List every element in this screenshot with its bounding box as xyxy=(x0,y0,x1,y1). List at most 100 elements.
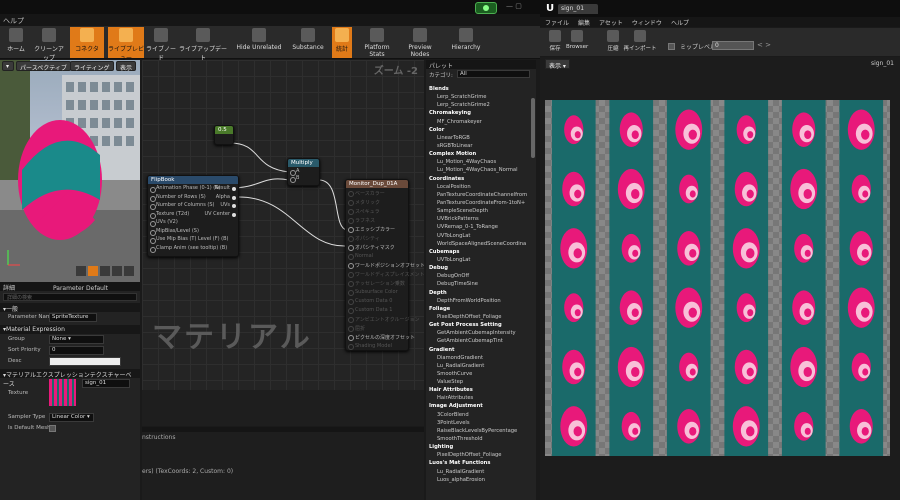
section-texture-base[interactable]: ▾マテリアルエクスプレッションテクスチャーベース xyxy=(0,369,140,388)
palette-item[interactable]: RaiseBlackLevelsByPercentage xyxy=(426,428,536,436)
material-input-pin[interactable]: オパシティマスク xyxy=(346,242,408,251)
toolbar-button-2[interactable]: コネクタ xyxy=(70,27,104,58)
node-material-result[interactable]: Monitor_Dup_01A ベースカラー メタリック スペキュラ ラフネス エミッシ… xyxy=(345,179,424,351)
palette-category[interactable]: Coordinates xyxy=(426,176,536,184)
perspective-button[interactable]: パースペクティブ xyxy=(16,61,71,72)
palette-item[interactable]: DebugOnOff xyxy=(426,273,536,281)
material-input-pin[interactable]: Normal xyxy=(346,251,408,260)
palette-category-dropdown[interactable]: All xyxy=(457,70,530,78)
palette-item[interactable]: 3ColorBlend xyxy=(426,412,536,420)
material-input-pin[interactable]: ワールドディスプレイスメント xyxy=(346,269,424,278)
texture-tool-button[interactable]: 再インポート xyxy=(622,29,658,55)
plane-shape-icon[interactable] xyxy=(100,266,110,276)
cylinder-shape-icon[interactable] xyxy=(76,266,86,276)
palette-scrollbar[interactable] xyxy=(531,98,535,158)
palette-category[interactable]: Chromakeying xyxy=(426,110,536,118)
group-dropdown[interactable]: None ▾ xyxy=(49,335,104,344)
palette-item[interactable]: UVToLongLat xyxy=(426,257,536,265)
window-controls[interactable]: — ▢ xyxy=(506,2,522,10)
palette-category[interactable]: Get Post Process Setting xyxy=(426,322,536,330)
material-input-pin[interactable]: オパシティ xyxy=(346,233,408,242)
toolbar-button-11[interactable]: Hierarchy xyxy=(446,27,486,58)
lighting-button[interactable]: ライティング xyxy=(70,61,114,72)
toolbar-button-0[interactable]: ホーム xyxy=(4,27,28,58)
material-input-pin[interactable]: ピクセルの深度オフセット xyxy=(346,332,415,341)
texture-show-button[interactable]: 表示 ▾ xyxy=(545,59,570,70)
param-name-field[interactable]: SpriteTexture xyxy=(49,313,97,322)
preview-viewport[interactable] xyxy=(0,60,140,282)
mip-stepper[interactable]: < > xyxy=(757,41,771,49)
material-input-pin[interactable]: アンビエントオクルージョン xyxy=(346,314,419,323)
palette-item[interactable]: DepthFromWorldPosition xyxy=(426,298,536,306)
desc-field[interactable] xyxy=(49,357,121,366)
play-indicator-icon[interactable] xyxy=(475,2,497,14)
flipbook-input-pin[interactable]: UVs (V2) xyxy=(148,218,238,227)
texture-menu-item[interactable]: ヘルプ xyxy=(671,20,689,27)
material-input-pin[interactable]: ラフネス xyxy=(346,215,408,224)
material-input-pin[interactable]: Shading Model xyxy=(346,341,408,350)
palette-item[interactable]: WorldSpaceAlignedSceneCoordina xyxy=(426,241,536,249)
palette-item[interactable]: 3PointLevels xyxy=(426,420,536,428)
tab-details[interactable]: 詳細 xyxy=(3,285,15,292)
flipbook-input-pin[interactable]: Use Mip Bias (T) Level (F) (B) xyxy=(148,235,238,244)
material-input-pin[interactable]: スペキュラ xyxy=(346,206,408,215)
palette-item[interactable]: PixelDepthOffset_Foliage xyxy=(426,452,536,460)
material-input-pin[interactable]: エミッシブカラー xyxy=(346,224,408,233)
palette-item[interactable]: SampleSceneDepth xyxy=(426,208,536,216)
flipbook-input-pin[interactable]: MipBias/Level (S) xyxy=(148,227,238,235)
material-input-pin[interactable]: Subsurface Color xyxy=(346,287,408,296)
node-flipbook[interactable]: FlipBook Animation Phase (0-1) (S) Result… xyxy=(147,175,239,257)
palette-category[interactable]: Lighting xyxy=(426,444,536,452)
texture-tool-button[interactable]: 圧縮 xyxy=(602,29,624,55)
cube-shape-icon[interactable] xyxy=(112,266,122,276)
is-default-checkbox[interactable] xyxy=(49,425,56,432)
material-input-pin[interactable]: メタリック xyxy=(346,197,408,206)
texture-tool-button[interactable]: 保存 xyxy=(544,29,566,55)
palette-item[interactable]: SmoothThreshold xyxy=(426,436,536,444)
palette-item[interactable]: sRGBToLinear xyxy=(426,143,536,151)
material-graph-canvas[interactable]: ズーム -2 0.5 Multiply A B FlipBook Animati… xyxy=(142,60,424,426)
toolbar-button-1[interactable]: クリーンアップ xyxy=(32,27,66,62)
palette-item[interactable]: UVToLongLat xyxy=(426,233,536,241)
palette-item[interactable]: GetAmbientCubemapIntensity xyxy=(426,330,536,338)
sampler-type-dropdown[interactable]: Linear Color ▾ xyxy=(49,413,94,422)
material-input-pin[interactable]: ワールドポジションオフセット xyxy=(346,260,424,269)
details-search-input[interactable]: 詳細の検索 xyxy=(3,293,137,301)
toolbar-button-5[interactable]: ライブアップデート xyxy=(178,27,228,62)
palette-item[interactable]: PanTextureCoordinateChannelfrom xyxy=(426,192,536,200)
mip-level-field[interactable]: 0 xyxy=(712,41,754,50)
palette-item[interactable]: Luos_alphaErosion xyxy=(426,477,536,485)
palette-item[interactable]: Lu_RadialGradient xyxy=(426,363,536,371)
palette-category[interactable]: Gradient xyxy=(426,347,536,355)
palette-category[interactable]: Foliage xyxy=(426,306,536,314)
toolbar-button-9[interactable]: Platform Stats xyxy=(358,27,396,58)
palette-category[interactable]: Cubemaps xyxy=(426,249,536,257)
toolbar-button-8[interactable]: 統計 xyxy=(332,27,352,58)
section-material-expression[interactable]: ▾Material Expression xyxy=(0,325,140,334)
flipbook-output-pin[interactable]: UVs xyxy=(220,201,238,210)
node-multiply[interactable]: Multiply A B xyxy=(287,158,320,186)
sphere-shape-icon[interactable] xyxy=(88,266,98,276)
flipbook-output-pin[interactable]: UV Center xyxy=(205,210,239,219)
palette-item[interactable]: UVBrickPatterns xyxy=(426,216,536,224)
node-constant[interactable]: 0.5 xyxy=(214,125,234,145)
material-input-pin[interactable]: テッセレーション乗数 xyxy=(346,278,408,287)
texture-tool-button[interactable]: Browser xyxy=(566,29,588,55)
tab-sign-01[interactable]: sign_01 xyxy=(558,4,598,14)
palette-category[interactable]: Blends xyxy=(426,86,536,94)
texture-asset-dropdown[interactable]: sign_01 xyxy=(82,379,130,388)
section-general[interactable]: ▾一般 xyxy=(0,303,140,313)
material-input-pin[interactable]: Custom Data 1 xyxy=(346,305,408,314)
texture-menu-item[interactable]: ファイル xyxy=(545,20,569,27)
multiply-pin-b[interactable]: B xyxy=(288,174,319,183)
palette-category[interactable]: Debug xyxy=(426,265,536,273)
texture-menu-item[interactable]: 編集 xyxy=(578,20,590,27)
palette-item[interactable]: Lu_Motion_4WayChaos xyxy=(426,159,536,167)
palette-item[interactable]: LocalPosition xyxy=(426,184,536,192)
flipbook-output-pin[interactable]: Result xyxy=(215,184,238,193)
palette-item[interactable]: MF_Chromakeyer xyxy=(426,119,536,127)
material-input-pin[interactable]: 屈折 xyxy=(346,323,408,332)
texture-thumbnail[interactable] xyxy=(49,379,76,406)
palette-category[interactable]: Complex Motion xyxy=(426,151,536,159)
viewport-options-icon[interactable]: ▾ xyxy=(2,61,14,71)
